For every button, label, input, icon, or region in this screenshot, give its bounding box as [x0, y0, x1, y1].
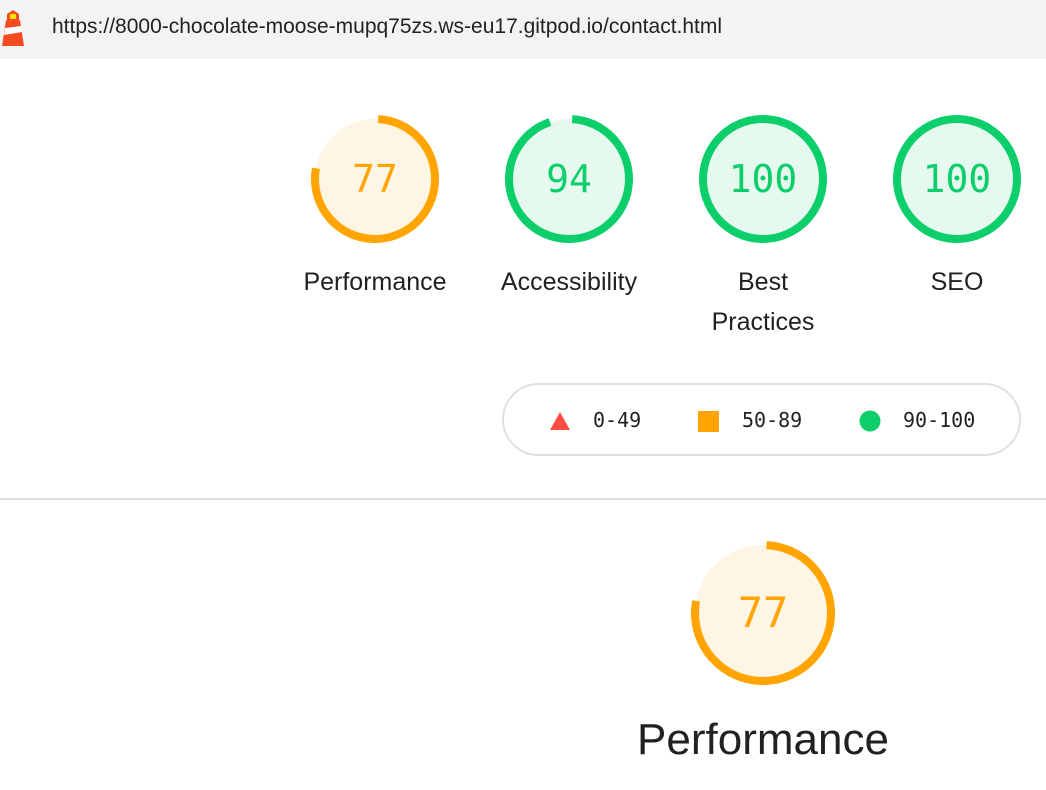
seo-score: 100 — [922, 157, 992, 201]
seo-gauge[interactable]: 100 — [892, 114, 1022, 244]
triangle-icon — [550, 412, 570, 430]
performance-label: Performance — [303, 268, 447, 296]
performance-category-gauge: 77 — [690, 540, 836, 686]
seo-label: SEO — [930, 268, 984, 296]
square-icon — [698, 411, 719, 432]
accessibility-score: 94 — [546, 157, 592, 201]
header-bar: https://8000-chocolate-moose-mupq75zs.ws… — [0, 0, 1046, 59]
accessibility-gauge[interactable]: 94 — [504, 114, 634, 244]
report-url[interactable]: https://8000-chocolate-moose-mupq75zs.ws… — [52, 14, 722, 40]
performance-score: 77 — [352, 157, 398, 201]
performance-category-score: 77 — [737, 588, 789, 637]
section-divider — [0, 498, 1046, 500]
best-practices-score: 100 — [728, 157, 798, 201]
best-practices-gauge[interactable]: 100 — [698, 114, 828, 244]
best-practices-label: Best Practices — [711, 268, 815, 336]
accessibility-label: Accessibility — [500, 268, 638, 296]
legend-range-average: 50-89 — [742, 408, 803, 432]
score-scale-legend: 0-49 50-89 90-100 — [502, 383, 1021, 456]
circle-icon — [859, 410, 881, 432]
legend-range-pass: 90-100 — [903, 408, 976, 432]
legend-range-fail: 0-49 — [593, 408, 642, 432]
performance-gauge[interactable]: 77 — [310, 114, 440, 244]
lighthouse-icon — [2, 10, 24, 46]
performance-category-title: Performance — [637, 715, 889, 764]
